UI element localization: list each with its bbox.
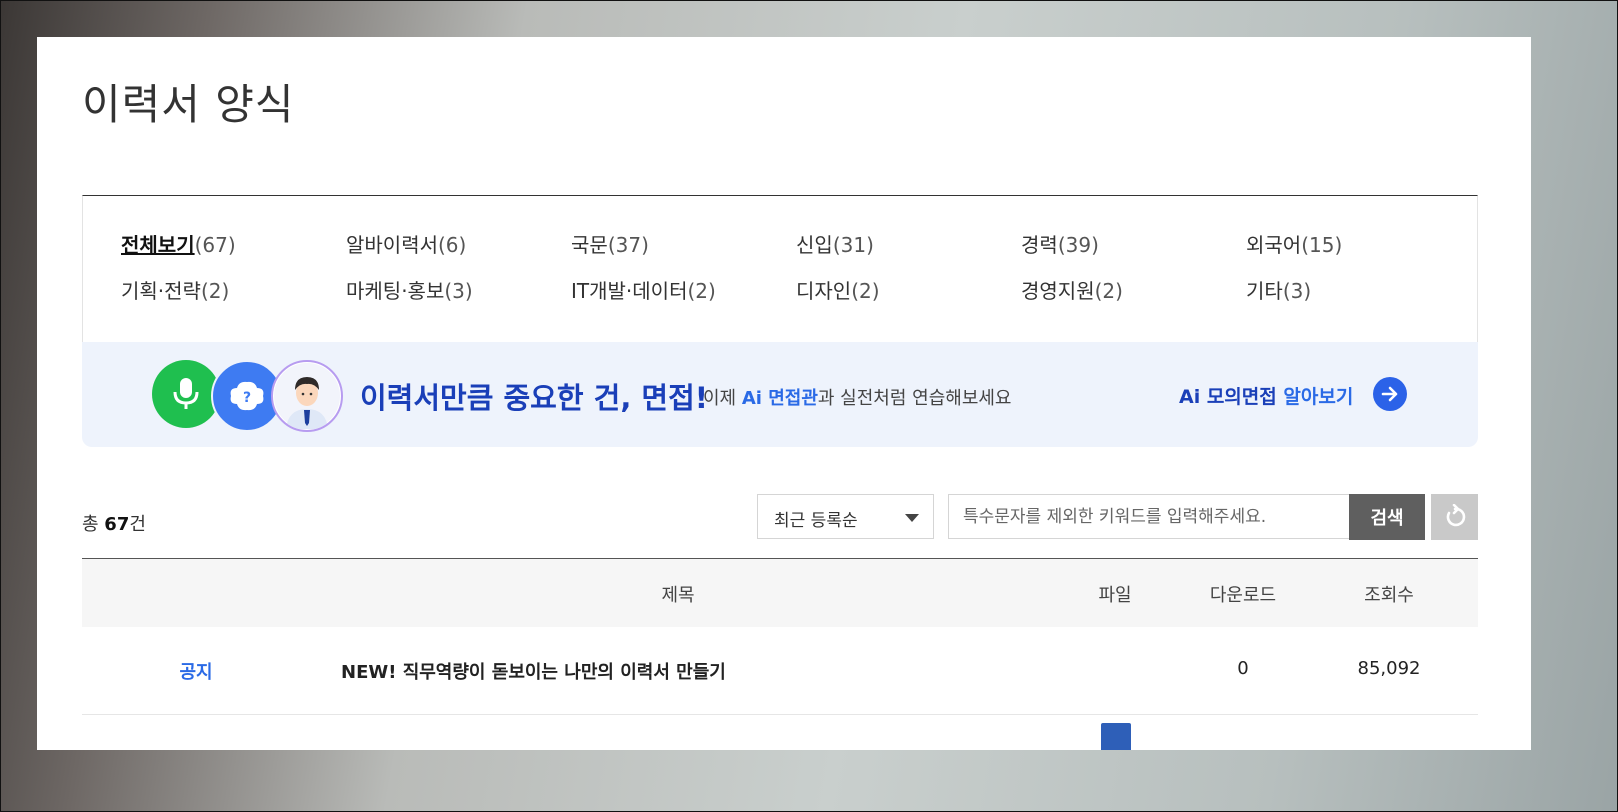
header-title: 제목: [661, 585, 695, 606]
category-it[interactable]: IT개발·데이터(2): [571, 278, 796, 304]
category-label: 경력: [1021, 233, 1058, 257]
interviewer-avatar: [271, 360, 343, 432]
category-label: 국문: [571, 233, 608, 257]
category-count: (39): [1057, 233, 1099, 257]
category-label: 경영지원: [1021, 279, 1095, 303]
total-prefix: 총: [82, 514, 105, 535]
table-row[interactable]: [82, 715, 1478, 750]
category-label: 기획·전략: [121, 279, 201, 303]
total-count: 총 67건: [82, 510, 146, 536]
row-views: 85,092: [1357, 658, 1421, 679]
category-label: 외국어: [1246, 233, 1302, 257]
category-count: (15): [1301, 233, 1343, 257]
category-grid: 전체보기(67) 알바이력서(6) 국문(37) 신입(31) 경력(39) 외…: [121, 232, 1471, 304]
table-row[interactable]: 공지 NEW! 직무역량이 돋보이는 나만의 이력서 만들기 0 85,092: [82, 627, 1478, 715]
banner-link-prefix: Ai 모의면접: [1179, 386, 1284, 408]
category-newcomer[interactable]: 신입(31): [796, 232, 1021, 258]
category-foreign-language[interactable]: 외국어(15): [1246, 232, 1471, 258]
category-label: 디자인: [796, 279, 852, 303]
category-etc[interactable]: 기타(3): [1246, 278, 1471, 304]
category-parttime[interactable]: 알바이력서(6): [346, 232, 571, 258]
total-number: 67: [104, 514, 130, 535]
category-count: (2): [1094, 279, 1123, 303]
category-marketing[interactable]: 마케팅·홍보(3): [346, 278, 571, 304]
total-suffix: 건: [129, 514, 146, 535]
resume-table: 제목 파일 다운로드 조회수 공지 NEW! 직무역량이 돋보이는 나만의 이력…: [82, 558, 1478, 750]
category-count: (3): [1282, 279, 1312, 303]
category-count: (67): [194, 233, 236, 257]
category-count: (37): [607, 233, 649, 257]
banner-sub-highlight: Ai 면접관: [741, 388, 818, 409]
category-korean[interactable]: 국문(37): [571, 232, 796, 258]
category-label: IT개발·데이터: [571, 279, 688, 303]
category-label: 신입: [796, 233, 833, 257]
arrow-right-icon[interactable]: [1373, 377, 1407, 411]
category-count: (6): [438, 233, 467, 257]
banner-headline: 이력서만큼 중요한 건, 면접!: [360, 381, 709, 415]
search-button[interactable]: 검색: [1349, 494, 1425, 540]
header-downloads: 다운로드: [1209, 585, 1277, 606]
row-title-link[interactable]: NEW! 직무역량이 돋보이는 나만의 이력서 만들기: [341, 658, 726, 684]
category-count: (3): [444, 279, 473, 303]
file-icon[interactable]: [1101, 723, 1131, 750]
category-filter-box: 전체보기(67) 알바이력서(6) 국문(37) 신입(31) 경력(39) 외…: [82, 195, 1478, 343]
table-header: 제목 파일 다운로드 조회수: [82, 558, 1478, 627]
banner-link-highlight: 알아보기: [1283, 386, 1354, 408]
mic-icon: [152, 360, 220, 428]
banner-sub-prefix: 이제: [703, 388, 742, 409]
category-label: 마케팅·홍보: [346, 279, 445, 303]
notice-badge[interactable]: 공지: [179, 658, 212, 684]
category-label: 전체보기: [121, 233, 195, 257]
category-design[interactable]: 디자인(2): [796, 278, 1021, 304]
svg-text:?: ?: [243, 390, 251, 406]
ai-interview-banner[interactable]: ? 이력서만큼 중요한 건, 면접! 이제 Ai 면접관과 실전처럼 연습해보세…: [82, 342, 1478, 447]
category-count: (2): [200, 279, 230, 303]
category-label: 알바이력서: [346, 233, 438, 257]
banner-sub-suffix: 과 실전처럼 연습해보세요: [817, 388, 1012, 409]
sort-select[interactable]: 최근 등록순: [757, 494, 934, 539]
category-count: (2): [687, 279, 716, 303]
category-all[interactable]: 전체보기(67): [121, 232, 346, 258]
ai-interview-link[interactable]: Ai 모의면접 알아보기: [1179, 382, 1353, 409]
category-planning[interactable]: 기획·전략(2): [121, 278, 346, 304]
row-downloads: 0: [1237, 658, 1249, 679]
header-views: 조회수: [1364, 585, 1414, 606]
chevron-down-icon: [905, 514, 919, 522]
page-title: 이력서 양식: [82, 80, 295, 129]
banner-subtext: 이제 Ai 면접관과 실전처럼 연습해보세요: [703, 384, 1012, 410]
category-count: (2): [851, 279, 880, 303]
category-experienced[interactable]: 경력(39): [1021, 232, 1246, 258]
category-management[interactable]: 경영지원(2): [1021, 278, 1246, 304]
sort-select-value: 최근 등록순: [774, 511, 858, 531]
category-label: 기타: [1246, 279, 1283, 303]
search-input[interactable]: [948, 494, 1350, 539]
category-count: (31): [832, 233, 874, 257]
refresh-icon[interactable]: [1431, 494, 1478, 540]
header-file: 파일: [1098, 585, 1132, 606]
content-panel: 이력서 양식 전체보기(67) 알바이력서(6) 국문(37) 신입(31) 경…: [37, 37, 1531, 750]
